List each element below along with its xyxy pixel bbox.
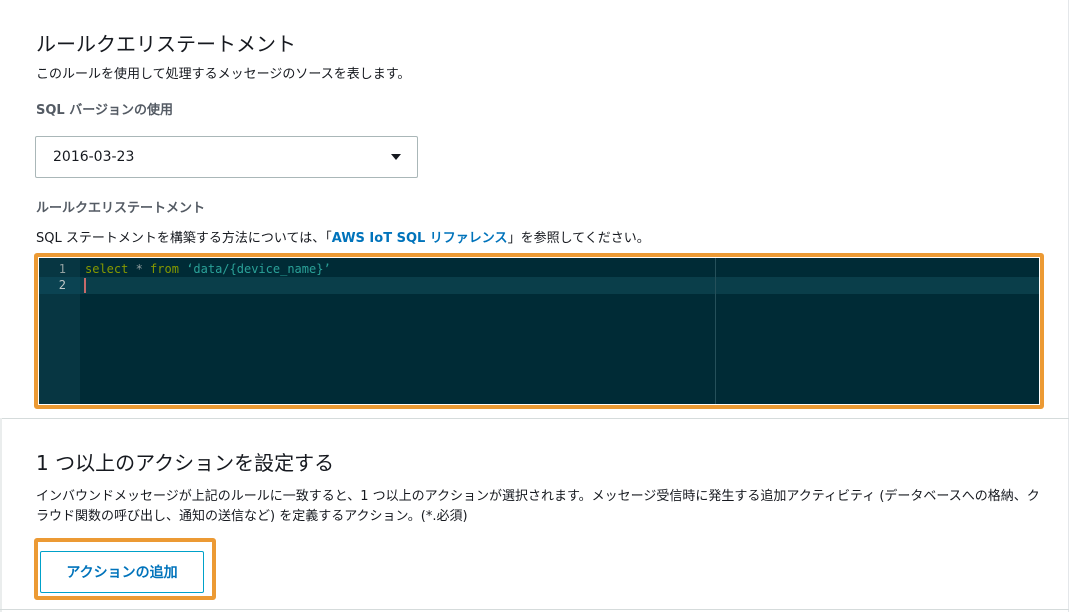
line-number: 1 xyxy=(58,262,66,276)
code-operator: * xyxy=(128,262,151,276)
statement-label: ルールクエリステートメント xyxy=(36,201,206,216)
actions-description: インバウンドメッセージが上記のルールに一致すると、1 つ以上のアクションが選択さ… xyxy=(36,489,1040,524)
sql-version-select[interactable]: 2016-03-23 xyxy=(35,136,418,178)
sql-help-prefix: SQL ステートメントを構築する方法については、「 xyxy=(36,231,332,246)
panel-right-border xyxy=(1068,0,1069,612)
add-action-button[interactable]: アクションの追加 xyxy=(40,551,204,593)
panel-bottom-border xyxy=(0,609,1069,610)
sql-help-suffix: 」を参照してください。 xyxy=(507,231,650,246)
active-line-highlight xyxy=(80,277,1039,294)
sql-version-value: 2016-03-23 xyxy=(53,149,135,165)
sql-code-editor[interactable]: 1 2 select * from ‘data/{device_name}’ xyxy=(39,258,1039,404)
code-keyword: select xyxy=(85,262,129,276)
actions-title: 1 つ以上のアクションを設定する xyxy=(36,451,335,475)
rule-query-description: このルールを使用して処理するメッセージのソースを表します。 xyxy=(36,67,411,82)
code-keyword: from xyxy=(150,262,179,276)
rule-query-title: ルールクエリステートメント xyxy=(36,32,296,56)
line-number: 2 xyxy=(58,278,66,292)
panel-left-border xyxy=(0,418,2,612)
code-string: ‘data/{device_name}’ xyxy=(186,262,331,276)
text-cursor xyxy=(84,278,86,293)
sql-version-label: SQL バージョンの使用 xyxy=(36,103,173,118)
sql-reference-link[interactable]: AWS IoT SQL リファレンス xyxy=(332,231,508,246)
caret-down-icon xyxy=(391,154,401,160)
code-line-1[interactable]: select * from ‘data/{device_name}’ xyxy=(85,261,331,277)
sql-help-text: SQL ステートメントを構築する方法については、「AWS IoT SQL リファ… xyxy=(36,231,650,247)
section-divider xyxy=(0,418,1069,419)
editor-print-margin xyxy=(715,258,716,404)
